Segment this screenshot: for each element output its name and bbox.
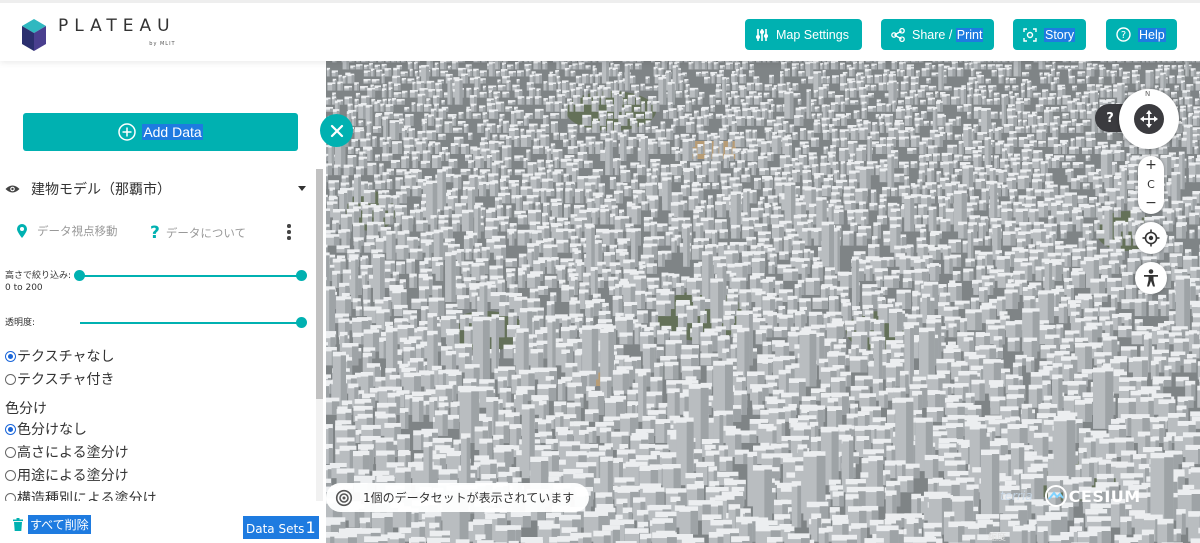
share-print-button[interactable]: Share / Print	[881, 19, 994, 50]
cesium-logo-icon	[1044, 485, 1067, 507]
datasets-label: Data Sets	[246, 522, 305, 536]
top-header: PLATEAU by MLIT Map Settings Share / Pri…	[0, 0, 1200, 61]
map-settings-button[interactable]: Map Settings	[745, 19, 862, 50]
layer-panel: 建物モデル（那覇市） データ視点移動 ? データについて 高さで絞り込み: 0 …	[0, 171, 316, 501]
logo-subtext: by MLIT	[149, 41, 176, 47]
cesium-credit[interactable]: CESIUM	[1044, 485, 1141, 507]
opacity-handle[interactable]	[296, 317, 307, 328]
color-section-label: 色分け	[5, 401, 47, 417]
eye-icon[interactable]	[5, 184, 20, 194]
plateau-cube-icon	[22, 19, 46, 51]
crosshair-icon	[1142, 229, 1160, 247]
city-3d-render[interactable]	[326, 61, 1200, 543]
pedestrian-mode-button[interactable]	[1135, 262, 1167, 294]
more-vertical-icon[interactable]	[287, 224, 291, 242]
color-option-none[interactable]: 色分けなし	[5, 420, 87, 438]
sidebar-scroll-thumb[interactable]	[316, 169, 323, 399]
my-location-button[interactable]	[1135, 222, 1167, 254]
move-arrows-icon	[1140, 110, 1158, 128]
height-filter-max-handle[interactable]	[296, 270, 307, 281]
map-settings-label: Map Settings	[776, 27, 849, 42]
delete-all-button[interactable]: すべて削除	[13, 515, 91, 534]
terria-credit[interactable]: terria	[1000, 489, 1033, 503]
zoom-in-button[interactable]: +	[1138, 156, 1164, 175]
zoom-control: + C −	[1138, 156, 1164, 214]
zoom-out-button[interactable]: −	[1138, 194, 1164, 213]
broadcast-icon	[335, 489, 353, 506]
add-data-button[interactable]: Add Data	[23, 113, 298, 151]
svg-text:?: ?	[1121, 30, 1126, 41]
datasets-count: 1	[305, 518, 316, 537]
map-help-label: ?	[1106, 110, 1114, 126]
radio-checked-icon[interactable]	[5, 350, 16, 362]
height-filter-range: 0 to 200	[5, 283, 43, 293]
sidebar-footer: すべて削除 Data Sets 1	[0, 511, 326, 543]
plus-circle-icon	[118, 123, 137, 141]
height-filter-label: 高さで絞り込み:	[5, 271, 72, 281]
story-icon	[1023, 27, 1037, 42]
sliders-icon	[756, 28, 768, 41]
help-button[interactable]: ? Help	[1106, 19, 1177, 50]
story-label: Story	[1044, 27, 1076, 42]
compass-pan-control[interactable]	[1134, 104, 1164, 134]
map-viewport[interactable]	[326, 61, 1200, 543]
opacity-label: 透明度:	[5, 318, 36, 328]
about-data-button[interactable]: ? データについて	[150, 223, 246, 243]
radio-icon[interactable]	[5, 492, 16, 501]
plateau-logo[interactable]: PLATEAU by MLIT	[22, 18, 176, 52]
share-icon	[891, 27, 905, 42]
person-icon	[1144, 269, 1158, 287]
workbench-sidebar: Add Data 建物モデル（那覇市） データ視点移動 ? データについて 高さ…	[0, 61, 326, 543]
scale-label: 縮度	[988, 533, 1007, 543]
color-option-structure[interactable]: 構造種別による塗分け	[5, 489, 157, 501]
datasets-badge[interactable]: Data Sets 1	[243, 516, 319, 539]
radio-icon[interactable]	[5, 446, 16, 458]
add-data-label: Add Data	[142, 124, 203, 140]
texture-option-textured[interactable]: テクスチャ付き	[5, 370, 114, 388]
color-option-height[interactable]: 高さによる塗分け	[5, 443, 129, 461]
map-credits: terria CESIUM	[1000, 485, 1141, 507]
delete-all-label: すべて削除	[28, 515, 91, 534]
collapse-sidebar-button[interactable]	[320, 114, 353, 147]
help-circle-icon: ?	[1116, 27, 1131, 42]
question-icon: ?	[150, 223, 160, 243]
radio-checked-icon[interactable]	[5, 423, 16, 435]
radio-icon[interactable]	[5, 469, 16, 481]
zoom-reset-button[interactable]: C	[1138, 175, 1164, 194]
move-to-data-button[interactable]: データ視点移動	[17, 223, 118, 239]
logo-text: PLATEAU	[58, 16, 176, 36]
layer-title: 建物モデル（那覇市）	[31, 182, 171, 198]
sidebar-scrollbar[interactable]	[316, 169, 323, 501]
help-label: Help	[1138, 27, 1166, 42]
status-message-text: 1個のデータセットが表示されています	[363, 491, 575, 505]
map-pin-icon	[17, 224, 27, 238]
story-button[interactable]: Story	[1013, 19, 1086, 50]
color-option-usage[interactable]: 用途による塗分け	[5, 466, 129, 484]
caret-down-icon[interactable]	[298, 186, 306, 191]
trash-icon	[13, 518, 23, 531]
status-message: 1個のデータセットが表示されています	[326, 483, 589, 512]
height-filter-min-handle[interactable]	[74, 270, 85, 281]
compass[interactable]: N	[1119, 89, 1179, 149]
close-icon	[330, 124, 343, 137]
opacity-slider[interactable]	[80, 322, 301, 324]
compass-north-label: N	[1145, 90, 1151, 98]
about-data-label: データについて	[165, 226, 247, 240]
texture-option-none[interactable]: テクスチャなし	[5, 347, 114, 365]
share-print-label: Share / Print	[912, 27, 984, 42]
move-to-data-label: データ視点移動	[37, 224, 118, 238]
height-filter-slider[interactable]	[79, 275, 301, 277]
layer-header[interactable]: 建物モデル（那覇市）	[5, 179, 171, 199]
radio-icon[interactable]	[5, 373, 16, 385]
